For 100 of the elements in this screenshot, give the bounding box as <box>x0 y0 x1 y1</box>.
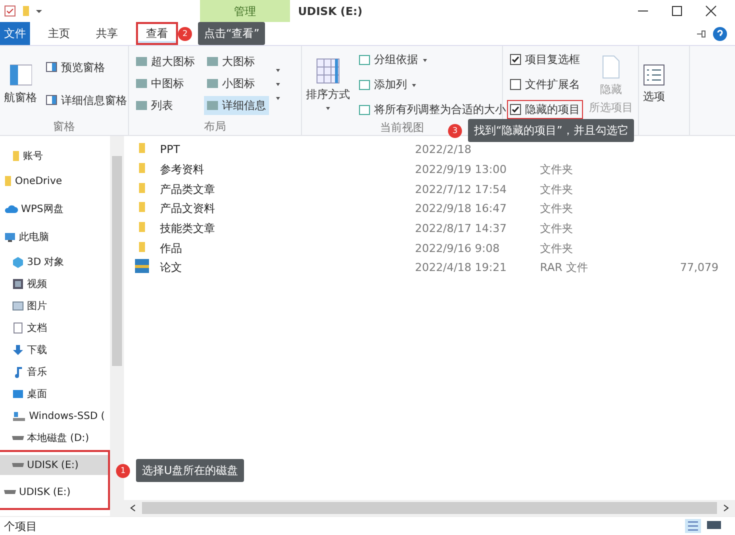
group-label: 当前视图 <box>380 120 424 134</box>
checklist-icon <box>643 64 665 86</box>
ribbon-tab[interactable]: 文件 <box>0 22 30 45</box>
sidebar-item[interactable]: 图片 <box>0 296 110 316</box>
desktop-icon <box>12 388 24 400</box>
ribbon-tab[interactable]: 查看 <box>136 22 178 45</box>
file-row[interactable]: 论文 2022/4/18 19:21 RAR 文件 77,079 <box>124 258 735 278</box>
help-icon <box>713 26 727 40</box>
layout-option[interactable]: 超大图标 <box>133 52 198 71</box>
sidebar-item[interactable]: OneDrive <box>0 168 110 194</box>
file-type: 文件夹 <box>540 201 574 216</box>
context-tab[interactable]: 管理 <box>200 0 290 22</box>
window-title: UDISK (E:) <box>297 4 362 20</box>
file-row[interactable]: 产品文资料 2022/9/18 16:47 文件夹 <box>124 199 735 219</box>
layout-option[interactable]: 中图标 <box>133 74 198 93</box>
layout-option[interactable]: 小图标 <box>204 74 269 93</box>
drive-icon <box>12 463 24 467</box>
sidebar-item[interactable]: Windows-SSD ( <box>0 406 110 426</box>
view-icon <box>207 79 218 88</box>
file-date: 2022/8/17 14:37 <box>415 222 508 236</box>
view-command[interactable]: 分组依据 <box>356 50 509 69</box>
download-icon <box>12 344 24 356</box>
checkbox[interactable] <box>510 54 521 65</box>
pane-icon <box>46 95 57 105</box>
file-name: 论文 <box>160 260 183 276</box>
view-command[interactable]: 将所有列调整为合适的大小 <box>356 100 509 119</box>
checkbox[interactable] <box>510 79 521 90</box>
file-row[interactable]: 产品类文章 2022/7/12 17:54 文件夹 <box>124 179 735 200</box>
drive-icon <box>4 490 16 494</box>
caret-icon <box>422 56 428 62</box>
file-row[interactable]: 作品 2022/9/16 9:08 文件夹 <box>124 238 735 258</box>
annotation-tooltip: 找到“隐藏的项目”，并且勾选它 <box>468 119 634 142</box>
sidebar-item[interactable]: WPS网盘 <box>0 196 110 222</box>
pane-button[interactable]: 预览窗格 <box>43 58 130 76</box>
layout-option[interactable]: 大图标 <box>204 52 269 71</box>
sort-button[interactable]: 排序方式 <box>306 58 350 111</box>
file-type: 文件夹 <box>540 182 574 197</box>
layout-option[interactable]: 列表 <box>133 96 198 115</box>
folder-icon <box>138 201 146 214</box>
file-row[interactable]: 参考资料 2022/9/19 13:00 文件夹 <box>124 160 735 180</box>
maximize-icon <box>671 5 683 17</box>
caret-icon <box>275 94 281 100</box>
sidebar-item[interactable]: 音乐 <box>0 362 110 382</box>
sidebar-item[interactable]: 视频 <box>0 274 110 294</box>
caret-icon <box>411 82 417 88</box>
layout-option[interactable]: 详细信息 <box>204 96 269 115</box>
sidebar-item[interactable]: 此电脑 <box>0 224 110 250</box>
file-name: 产品类文章 <box>160 182 216 197</box>
file-row[interactable]: PPT 2022/2/18 <box>124 140 735 160</box>
navigation-pane-button[interactable]: 航窗格 <box>4 62 37 104</box>
view-icon <box>207 101 218 110</box>
computer-icon <box>4 231 16 243</box>
file-name: 产品文资料 <box>160 201 216 216</box>
file-date: 2022/2/18 <box>415 143 472 156</box>
file-type: 文件夹 <box>540 221 574 236</box>
view-command[interactable]: 添加列 <box>356 75 509 94</box>
checkbox-option[interactable]: 隐藏的项目 <box>507 100 583 119</box>
scrollbar-thumb[interactable] <box>112 156 122 366</box>
folder-icon <box>138 182 146 194</box>
sidebar-item[interactable]: 下载 <box>0 340 110 360</box>
view-icon <box>136 79 147 88</box>
details-view-icon <box>685 519 701 533</box>
tiles-view-icon <box>707 519 721 531</box>
options-button[interactable]: 选项 <box>643 64 665 104</box>
drive-icon <box>12 436 24 440</box>
document-icon <box>12 322 24 334</box>
pane-icon <box>46 62 57 72</box>
sidebar-item[interactable]: 账号 <box>0 146 110 166</box>
step-badge: 2 <box>178 26 192 40</box>
sidebar-item[interactable]: UDISK (E:) <box>0 479 108 505</box>
folder-icon <box>138 162 146 174</box>
pane-button[interactable]: 详细信息窗格 <box>43 90 130 110</box>
folder-icon <box>22 5 30 17</box>
group-label: 窗格 <box>53 118 75 134</box>
cloud-icon <box>4 204 18 214</box>
checkbox[interactable] <box>510 104 521 115</box>
file-date: 2022/9/16 9:08 <box>415 242 501 255</box>
file-name: 技能类文章 <box>160 221 216 236</box>
file-name: 参考资料 <box>160 162 205 178</box>
scrollbar-thumb[interactable] <box>142 502 717 514</box>
annotation-tooltip: 点击“查看” <box>198 22 266 45</box>
folder-icon <box>138 221 146 234</box>
view-icon <box>136 57 147 66</box>
checkbox-option[interactable]: 文件扩展名 <box>507 75 583 94</box>
caret-icon <box>325 105 331 111</box>
sidebar-item[interactable]: 桌面 <box>0 384 110 404</box>
file-name: PPT <box>160 143 181 156</box>
sidebar-item[interactable]: UDISK (E:) <box>0 455 108 475</box>
dropdown-icon <box>36 8 42 14</box>
sidebar-item[interactable]: 本地磁盘 (D:) <box>0 428 110 448</box>
pin-icon <box>697 30 707 38</box>
sidebar-item[interactable]: 文档 <box>0 318 110 338</box>
checkbox-option[interactable]: 项目复选框 <box>507 50 583 69</box>
file-row[interactable]: 技能类文章 2022/8/17 14:37 文件夹 <box>124 218 735 238</box>
pane-icon <box>10 62 32 86</box>
file-date: 2022/9/19 13:00 <box>415 163 508 176</box>
group-label: 布局 <box>204 118 226 134</box>
sidebar-item[interactable]: 3D 对象 <box>0 252 110 272</box>
file-type: 文件夹 <box>540 162 574 178</box>
view-icon <box>136 101 147 110</box>
